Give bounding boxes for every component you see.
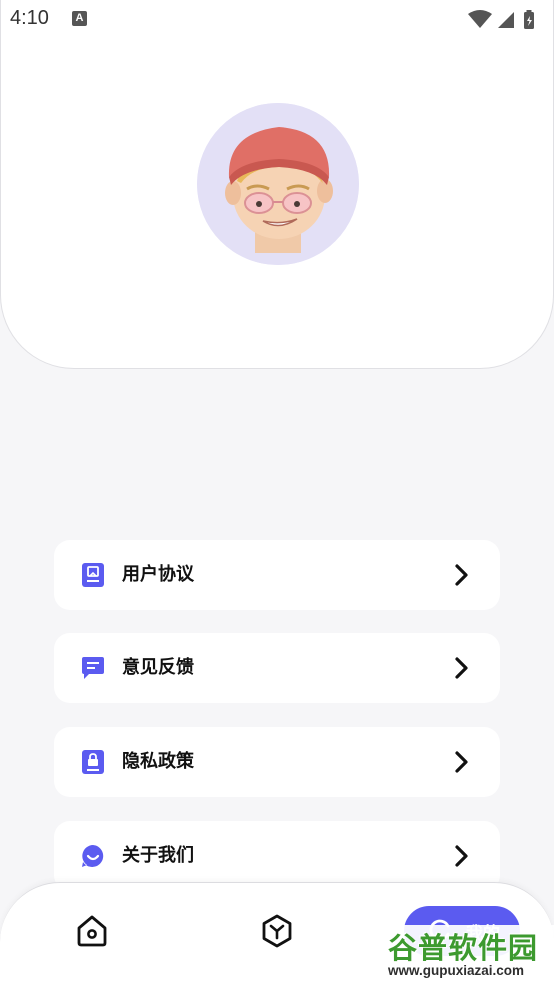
menu-item-label: 关于我们	[122, 845, 194, 866]
menu-item-privacy-policy[interactable]: 隐私政策	[54, 727, 500, 797]
agreement-icon	[81, 563, 105, 587]
chevron-right-icon	[454, 750, 470, 774]
home-icon[interactable]	[74, 913, 110, 949]
status-time: 4:10	[10, 7, 49, 29]
menu-item-user-agreement[interactable]: 用户协议	[54, 540, 500, 610]
menu-item-feedback[interactable]: 意见反馈	[54, 633, 500, 703]
privacy-lock-icon	[81, 750, 105, 774]
menu-item-label: 隐私政策	[122, 751, 194, 772]
menu-item-label: 用户协议	[122, 564, 194, 585]
watermark-title: 谷普软件园	[388, 931, 539, 965]
signal-icon	[498, 12, 514, 28]
chevron-right-icon	[454, 656, 470, 680]
menu-item-about-us[interactable]: 关于我们	[54, 821, 500, 891]
about-smile-icon	[81, 844, 105, 868]
battery-icon	[524, 10, 534, 29]
profile-header-card	[0, 0, 554, 369]
menu-item-label: 意见反馈	[122, 657, 194, 678]
notification-icon: A	[72, 11, 87, 26]
feedback-icon	[81, 656, 105, 680]
chevron-right-icon	[454, 563, 470, 587]
wifi-icon	[468, 10, 492, 28]
cube-icon[interactable]	[259, 913, 295, 949]
memoji-avatar-icon[interactable]	[197, 103, 359, 265]
chevron-right-icon	[454, 844, 470, 868]
profile-screen: 4:10 A 用户协议 意见反馈 隐私政策 关于我们 谷普软件园 www.gup…	[0, 0, 554, 984]
watermark-url: www.gupuxiazai.com	[388, 963, 525, 978]
watermark: 谷普软件园 www.gupuxiazai.com	[384, 925, 554, 984]
status-bar: 4:10 A	[0, 0, 554, 36]
status-icons	[464, 8, 544, 30]
